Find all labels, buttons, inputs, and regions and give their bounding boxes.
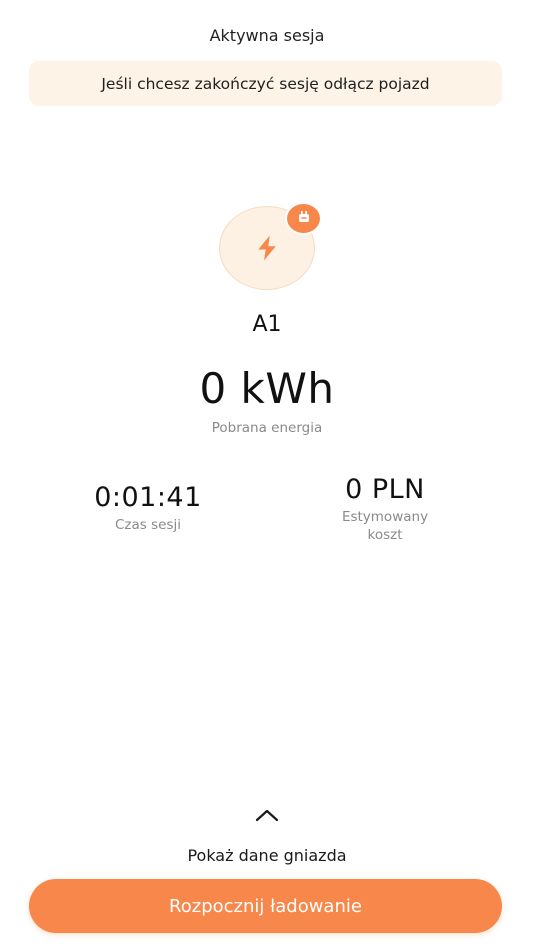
estimated-cost-caption-line2: koszt [367,527,403,543]
estimated-cost-stat: 0 PLN Estymowany koszt [295,474,475,544]
session-time-value: 0:01:41 [94,482,202,513]
energy-value: 0 kWh [199,364,335,413]
energy-caption: Pobrana energia [211,420,323,436]
estimated-cost-caption-line1: Estymowany [341,509,429,525]
show-socket-details-label[interactable]: Pokaż dane gniazda [187,846,346,865]
plug-badge [285,202,322,235]
lightning-icon [252,233,282,263]
session-time-caption: Czas sesji [115,517,181,533]
connector-label: A1 [252,312,282,337]
start-charging-button[interactable]: Rozpocznij ładowanie [29,879,502,933]
session-time-stat: 0:01:41 Czas sesji [58,482,238,534]
estimated-cost-caption: Estymowany koszt [295,508,475,544]
estimated-cost-value: 0 PLN [345,474,425,505]
info-banner-text: Jeśli chcesz zakończyć sesję odłącz poja… [101,74,430,93]
show-socket-details-toggle[interactable]: Pokaż dane gniazda [0,806,534,865]
start-charging-button-label: Rozpocznij ładowanie [169,895,362,917]
plug-icon [296,209,312,229]
page-title: Aktywna sesja [209,26,325,45]
chevron-up-icon[interactable] [254,806,280,824]
info-banner: Jeśli chcesz zakończyć sesję odłącz poja… [29,61,502,106]
